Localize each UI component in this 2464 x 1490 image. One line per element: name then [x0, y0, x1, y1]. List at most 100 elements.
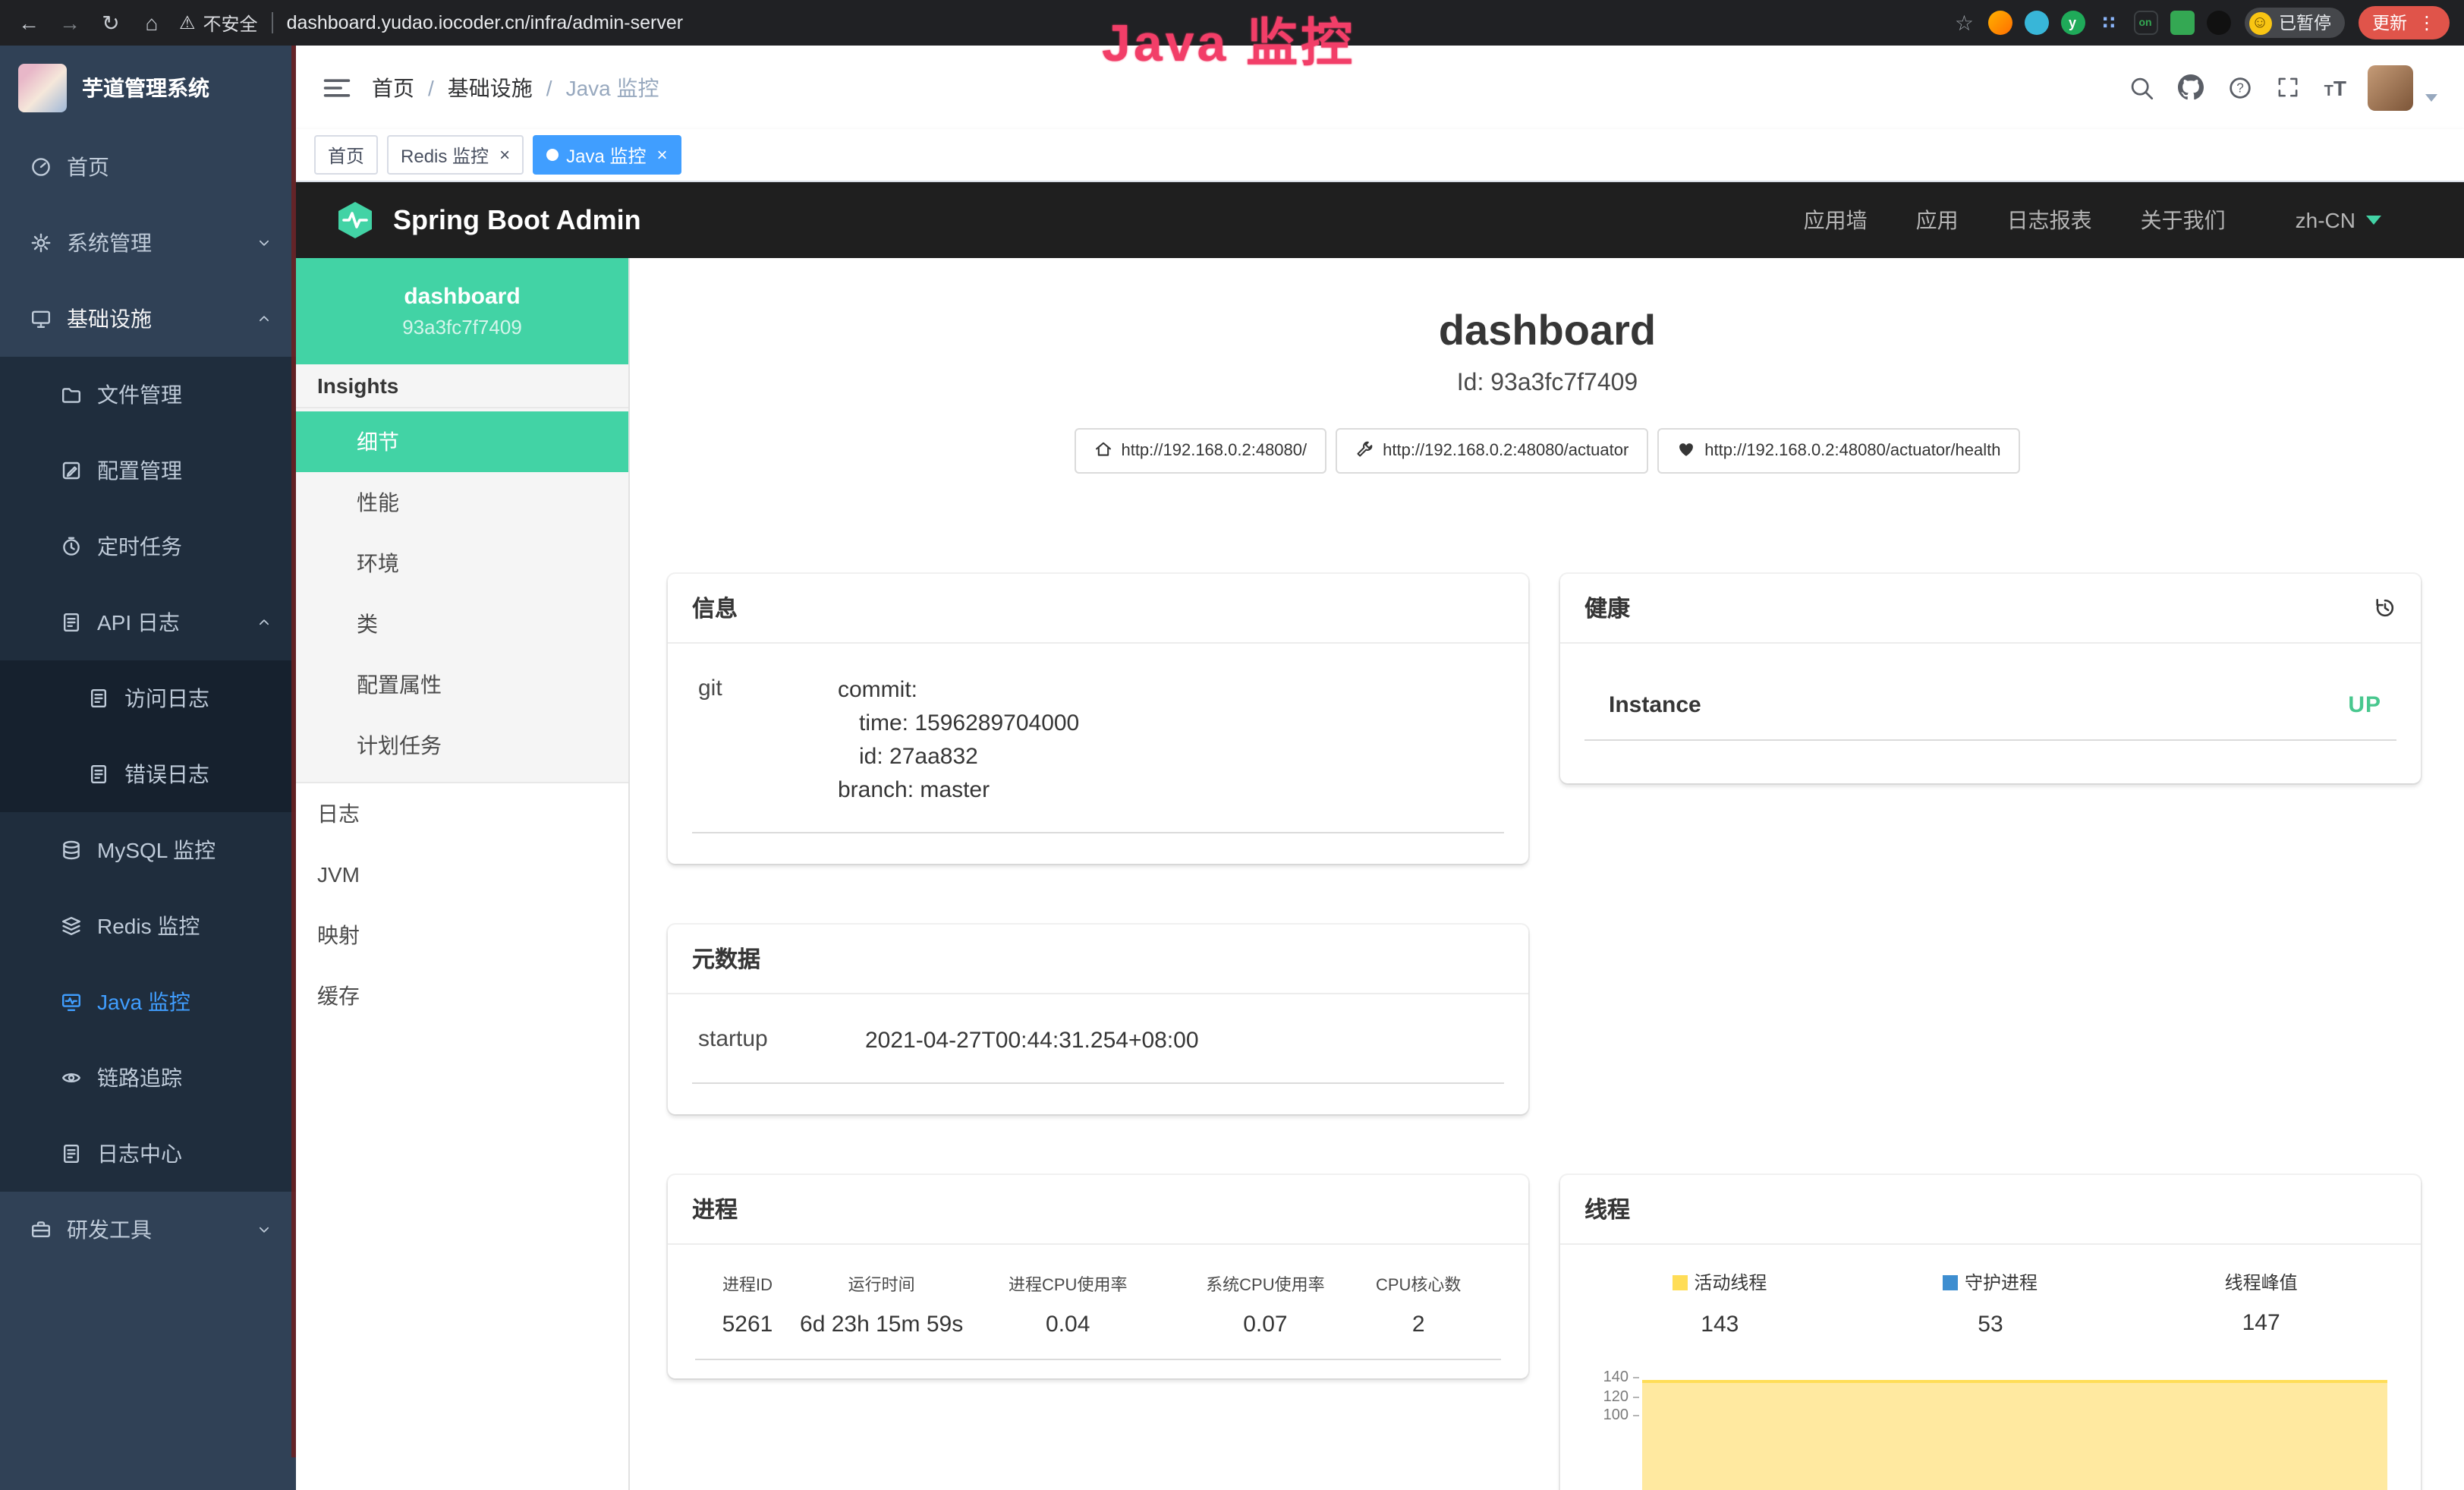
live-threads-area [1642, 1379, 2387, 1490]
threads-card: 线程 活动线程143守护进程53线程峰值147 140120100 [1560, 1175, 2421, 1490]
chevron-down-icon [2366, 216, 2381, 225]
log-center-icon [61, 1143, 83, 1164]
y-extension-icon[interactable]: y [2060, 11, 2085, 35]
tab-Java 监控[interactable]: Java 监控× [533, 135, 681, 175]
sba-menu-类[interactable]: 类 [296, 594, 628, 654]
breadcrumb-item[interactable]: 首页 [372, 72, 414, 102]
sidebar-item-配置管理[interactable]: 配置管理 [0, 433, 296, 509]
security-indicator[interactable]: ⚠ 不安全 [179, 10, 258, 36]
close-icon[interactable]: × [499, 146, 510, 164]
app-logo-image [18, 63, 67, 112]
github-icon[interactable] [2179, 74, 2204, 100]
locale-select[interactable]: zh-CN [2296, 208, 2381, 232]
sba-menu-性能[interactable]: 性能 [296, 472, 628, 533]
sidebar-item-label: 系统管理 [67, 228, 152, 258]
sba-menu-JVM[interactable]: JVM [296, 844, 628, 905]
sidebar-toggle-icon[interactable] [323, 74, 351, 101]
sidebar-item-MySQL 监控[interactable]: MySQL 监控 [0, 812, 296, 888]
process-table: 进程ID5261运行时间6d 23h 15m 59s进程CPU使用率0.04系统… [695, 1254, 1501, 1360]
sidebar-item-首页[interactable]: 首页 [0, 129, 296, 205]
topbar-actions: ? TT [2130, 74, 2346, 100]
redis-icon [61, 915, 83, 937]
endpoint-link[interactable]: http://192.168.0.2:48080/actuator/health [1657, 428, 2020, 474]
y-tick: 100 [1603, 1407, 1639, 1425]
sidebar-item-API 日志[interactable]: API 日志 [0, 584, 296, 660]
endpoint-link[interactable]: http://192.168.0.2:48080/ [1074, 428, 1326, 474]
root-items: 日志JVM映射缓存 [296, 783, 628, 1026]
address-bar[interactable]: dashboard.yudao.iocoder.cn/infra/admin-s… [287, 12, 684, 33]
sba-nav-link[interactable]: 关于我们 [2141, 205, 2226, 235]
profile-chip[interactable]: ☺ 已暂停 [2244, 8, 2345, 38]
close-icon[interactable]: × [656, 146, 667, 164]
process-column-value: 5261 [695, 1312, 800, 1337]
sidebar-item-系统管理[interactable]: 系统管理 [0, 205, 296, 281]
home-icon[interactable]: ⌂ [138, 10, 165, 36]
instance-header[interactable]: dashboard 93a3fc7f7409 [296, 258, 628, 364]
droplet-extension-icon[interactable] [2024, 11, 2048, 35]
history-icon[interactable] [2374, 597, 2396, 619]
sba-menu-映射[interactable]: 映射 [296, 905, 628, 966]
insights-items: 细节性能环境类配置属性计划任务 [296, 408, 628, 783]
reload-icon[interactable]: ↻ [97, 10, 124, 36]
sidebar-item-Java 监控[interactable]: Java 监控 [0, 964, 296, 1040]
app-logo[interactable]: 芋道管理系统 [0, 46, 296, 129]
search-icon[interactable] [2130, 75, 2154, 99]
user-avatar[interactable] [2368, 65, 2413, 110]
font-size-icon[interactable]: TT [2324, 75, 2346, 99]
sba-menu-计划任务[interactable]: 计划任务 [296, 715, 628, 776]
browser-menu-icon[interactable]: ⋮ [2418, 12, 2436, 33]
browser-window: ← → ↻ ⌂ ⚠ 不安全 dashboard.yudao.iocoder.cn/in… [0, 0, 2464, 1490]
info-row-label: git [698, 674, 838, 808]
legend-swatch [1673, 1274, 1688, 1290]
sba-menu-环境[interactable]: 环境 [296, 533, 628, 594]
breadcrumb-item: Java 监控 [566, 72, 659, 102]
sidebar-item-label: API 日志 [97, 607, 180, 638]
sba-menu-细节[interactable]: 细节 [296, 411, 628, 472]
process-column-value: 2 [1358, 1312, 1479, 1337]
help-icon[interactable]: ? [2229, 75, 2253, 99]
sidebar-item-研发工具[interactable]: 研发工具 [0, 1192, 296, 1268]
legend-item: 活动线程143 [1584, 1269, 1855, 1337]
back-icon[interactable]: ← [15, 10, 42, 36]
process-column: 进程ID5261 [695, 1272, 800, 1337]
sidebar-item-label: 配置管理 [97, 455, 182, 486]
sidebar-item-链路追踪[interactable]: 链路追踪 [0, 1040, 296, 1116]
heart-icon [1677, 439, 1695, 462]
endpoint-link[interactable]: http://192.168.0.2:48080/actuator [1336, 428, 1648, 474]
sidebar-item-定时任务[interactable]: 定时任务 [0, 509, 296, 584]
sidebar-item-文件管理[interactable]: 文件管理 [0, 357, 296, 433]
sba-nav-link[interactable]: 应用墙 [1804, 205, 1868, 235]
sidebar-item-访问日志[interactable]: 访问日志 [0, 660, 296, 736]
on-badge-extension-icon[interactable]: on [2133, 11, 2157, 35]
health-instance-label: Instance [1609, 692, 1701, 718]
sba-menu-缓存[interactable]: 缓存 [296, 966, 628, 1026]
sba-menu-配置属性[interactable]: 配置属性 [296, 654, 628, 715]
wrench-icon [1355, 439, 1374, 462]
tab-Redis 监控[interactable]: Redis 监控× [387, 135, 524, 175]
breadcrumb-separator: / [546, 75, 552, 99]
forward-icon[interactable]: → [56, 10, 83, 36]
chrome-update-button[interactable]: 更新 ⋮ [2359, 6, 2450, 39]
info-card: 信息 git commit:time: 1596289704000id: 27a… [668, 574, 1528, 864]
bookmark-star-icon[interactable]: ☆ [1955, 10, 1974, 36]
sba-nav-link[interactable]: 应用 [1916, 205, 1959, 235]
locale-label: zh-CN [2296, 208, 2355, 232]
breadcrumb-item[interactable]: 基础设施 [448, 72, 533, 102]
tick-mark [1633, 1378, 1639, 1379]
grid-extension-icon[interactable]: ∷ [2097, 11, 2121, 35]
process-column-header: 系统CPU使用率 [1172, 1272, 1358, 1296]
sidebar-item-label: 文件管理 [97, 380, 182, 410]
sidebar-item-基础设施[interactable]: 基础设施 [0, 281, 296, 357]
sba-menu-日志[interactable]: 日志 [296, 783, 628, 844]
leaf-extension-icon[interactable] [2170, 11, 2194, 35]
legend-item: 守护进程53 [1855, 1269, 2126, 1337]
flame-extension-icon[interactable] [1987, 11, 2012, 35]
sidebar-item-错误日志[interactable]: 错误日志 [0, 736, 296, 812]
paw-extension-icon[interactable] [2206, 11, 2230, 35]
sba-nav-link[interactable]: 日志报表 [2007, 205, 2092, 235]
tab-首页[interactable]: 首页 [314, 135, 378, 175]
health-instance-row[interactable]: Instance UP [1584, 674, 2396, 741]
sidebar-item-日志中心[interactable]: 日志中心 [0, 1116, 296, 1192]
sidebar-item-Redis 监控[interactable]: Redis 监控 [0, 888, 296, 964]
fullscreen-icon[interactable] [2277, 76, 2300, 99]
